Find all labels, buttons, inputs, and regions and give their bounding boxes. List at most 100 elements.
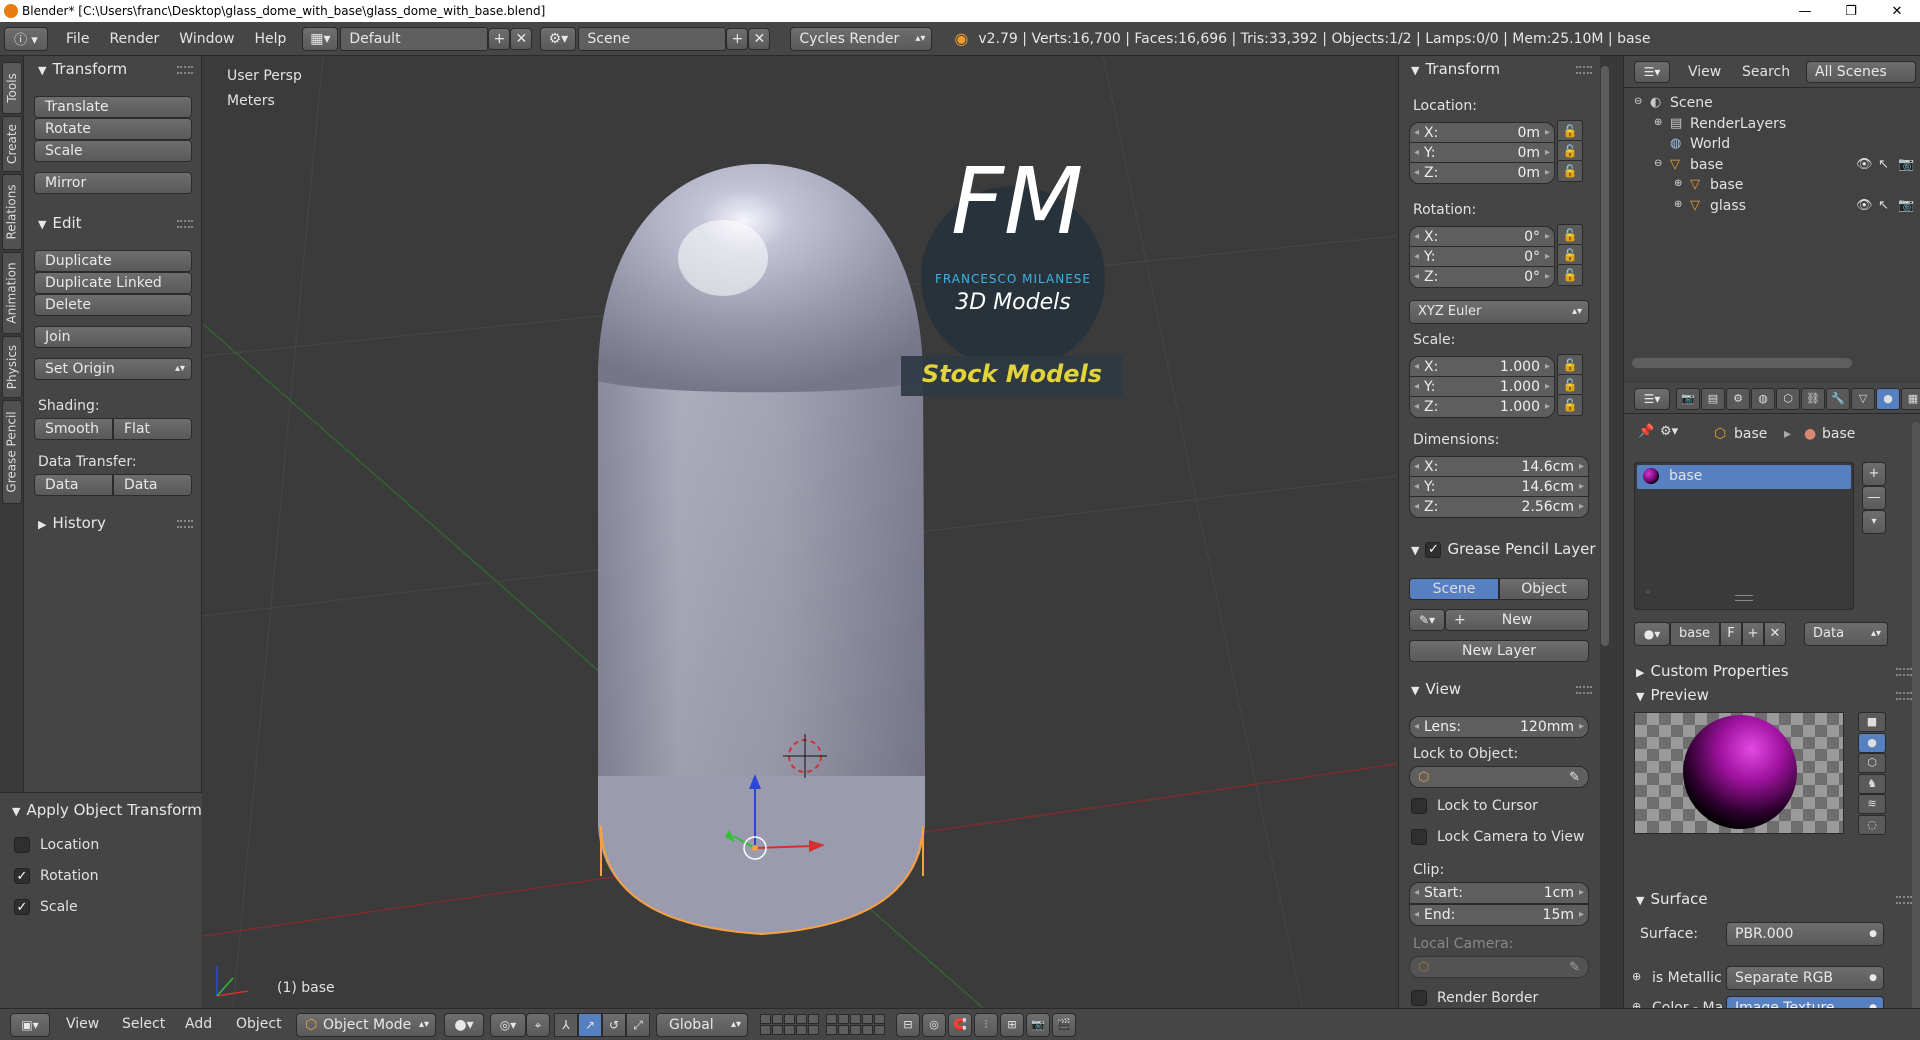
location-x-field[interactable]: ◂ X: 0m ▸	[1409, 122, 1555, 144]
lens-field[interactable]: ◂ Lens: 120mm ▸	[1409, 716, 1589, 738]
drag-grip-icon[interactable]	[1896, 692, 1912, 700]
tab-physics[interactable]: Physics	[2, 336, 22, 398]
modifiers-tab-icon[interactable]: 🔧	[1826, 388, 1850, 410]
layer-toggle[interactable]	[826, 1025, 837, 1035]
close-button[interactable]: ✕	[1874, 0, 1920, 22]
apply-scale-checkbox[interactable]: ✓	[14, 899, 30, 915]
layer-toggle[interactable]	[772, 1025, 783, 1035]
render-camera-icon[interactable]: 📷	[1898, 198, 1914, 213]
selectable-arrow-icon[interactable]: ↖	[1878, 198, 1889, 213]
clip-end-field[interactable]: ◂ End: 15m ▸	[1409, 904, 1589, 926]
layer-toggle[interactable]	[796, 1025, 807, 1035]
layer-toggle[interactable]	[784, 1014, 795, 1024]
menu-object[interactable]: Object	[236, 1016, 282, 1032]
rotate-button[interactable]: Rotate	[34, 118, 192, 140]
3d-viewport[interactable]: User Persp Meters (1) base FM FRANCESCO …	[203, 56, 1397, 1008]
add-scene-icon[interactable]: +	[726, 27, 749, 50]
n-panel-scrollbar[interactable]	[1601, 66, 1609, 646]
drag-grip-icon[interactable]	[1896, 668, 1912, 676]
dimensions-z-field[interactable]: ◂ Z: 2.56cm ▸	[1409, 496, 1589, 518]
preview-world-icon[interactable]: ◌	[1858, 814, 1886, 835]
render-layers-tab-icon[interactable]: ▤	[1701, 388, 1725, 410]
preview-header[interactable]: ▼ Preview	[1624, 686, 1920, 708]
layer-toggle[interactable]	[760, 1014, 771, 1024]
layer-toggle[interactable]	[796, 1014, 807, 1024]
manipulator-toggle-icon[interactable]: ⅄	[554, 1013, 578, 1037]
preview-monkey-icon[interactable]: ♞	[1858, 773, 1886, 794]
collapse-toggle-icon[interactable]: ⊖	[1634, 96, 1642, 107]
scene-tab-icon[interactable]: ⚙	[1726, 388, 1750, 410]
view3d-editor-icon[interactable]: ▣▾	[10, 1013, 50, 1037]
menu-file[interactable]: File	[56, 26, 99, 52]
join-button[interactable]: Join	[34, 326, 192, 348]
eyedropper-icon[interactable]: ✎	[1569, 767, 1580, 789]
layer-toggle[interactable]	[850, 1025, 861, 1035]
material-name-field[interactable]: base	[1670, 622, 1720, 646]
properties-scrollbar[interactable]	[1912, 422, 1920, 1022]
fake-user-button[interactable]: F	[1720, 622, 1742, 646]
pin-icon[interactable]: 📌	[1638, 424, 1654, 439]
layer-toggle[interactable]	[826, 1014, 837, 1024]
lock-camera-checkbox[interactable]	[1411, 829, 1427, 845]
delete-button[interactable]: Delete	[34, 294, 192, 316]
outliner-view-menu[interactable]: View	[1688, 64, 1721, 80]
flat-button[interactable]: Flat	[113, 418, 192, 440]
expand-toggle-icon[interactable]: ⊕	[1674, 178, 1682, 189]
material-browse-icon[interactable]: ●▾	[1634, 622, 1670, 646]
outliner-filter-dropdown[interactable]: All Scenes	[1806, 61, 1916, 83]
data-tab-icon[interactable]: ▽	[1851, 388, 1875, 410]
visibility-eye-icon[interactable]: 👁	[1856, 157, 1873, 172]
expand-toggle-icon[interactable]: ⊕	[1654, 117, 1662, 128]
gp-new-layer-button[interactable]: New Layer	[1409, 640, 1589, 662]
layer-toggle[interactable]	[784, 1025, 795, 1035]
scale-manipulator-icon[interactable]: ⤢	[626, 1013, 650, 1037]
history-panel-header[interactable]: ▶ History	[24, 514, 201, 536]
proportional-edit-icon[interactable]: ◎	[922, 1013, 946, 1037]
snap-element-icon[interactable]: ⫶	[974, 1013, 998, 1037]
pivot-point-icon[interactable]: ◎▾	[490, 1013, 526, 1037]
remove-scene-icon[interactable]: ✕	[748, 27, 771, 50]
rotation-x-field[interactable]: ◂ X: 0° ▸	[1409, 226, 1555, 248]
render-tab-icon[interactable]: 📷	[1676, 388, 1700, 410]
rotation-mode-dropdown[interactable]: XYZ Euler ▴▾	[1409, 300, 1589, 324]
rotate-manipulator-icon[interactable]: ↺	[602, 1013, 626, 1037]
render-camera-icon[interactable]: 📷	[1898, 157, 1914, 172]
unlock-icon[interactable]: 🔓	[1557, 394, 1583, 416]
outliner-row[interactable]: ⊕ ▽ base	[1624, 176, 1920, 196]
drag-grip-icon[interactable]	[1896, 896, 1912, 904]
layer-toggle[interactable]	[772, 1014, 783, 1024]
viewport-scene[interactable]	[203, 56, 1397, 1008]
layer-toggle[interactable]	[850, 1014, 861, 1024]
tab-tools[interactable]: Tools	[2, 62, 22, 114]
visibility-eye-icon[interactable]: 👁	[1856, 198, 1873, 213]
origin-only-icon[interactable]: ⌖	[526, 1013, 550, 1037]
scene-field[interactable]: Scene	[578, 26, 727, 51]
lock-layers-icon[interactable]: ⊟	[896, 1013, 920, 1037]
menu-add[interactable]: Add	[185, 1016, 212, 1032]
menu-view[interactable]: View	[66, 1016, 99, 1032]
drag-grip-icon[interactable]	[1576, 686, 1592, 694]
surface-panel-header[interactable]: ▼ Surface	[1624, 890, 1920, 912]
unlock-icon[interactable]: 🔓	[1557, 374, 1583, 396]
scale-y-field[interactable]: ◂ Y: 1.000 ▸	[1409, 376, 1555, 398]
add-slot-icon[interactable]: +	[1862, 462, 1886, 486]
viewport-shading-icon[interactable]: ●▾	[444, 1013, 484, 1037]
texture-tab-icon[interactable]: ▦	[1901, 388, 1920, 410]
apply-transform-header[interactable]: ▼ Apply Object Transform	[0, 801, 202, 823]
drag-grip-icon[interactable]	[177, 66, 193, 74]
pencil-icon[interactable]: ✎▾	[1409, 609, 1445, 631]
rotation-z-field[interactable]: ◂ Z: 0° ▸	[1409, 266, 1555, 288]
screen-layout-icon[interactable]: ▦▾	[302, 26, 339, 51]
outliner-hscrollbar[interactable]	[1632, 358, 1852, 368]
set-origin-dropdown[interactable]: Set Origin ▴▾	[34, 358, 192, 380]
layer-toggle[interactable]	[808, 1025, 819, 1035]
editor-type-button[interactable]: ⓘ ▾	[4, 26, 48, 51]
mode-dropdown[interactable]: ⬡ Object Mode ▴▾	[296, 1013, 436, 1037]
layer-toggle[interactable]	[808, 1014, 819, 1024]
apply-location-checkbox[interactable]	[14, 837, 30, 853]
scale-button[interactable]: Scale	[34, 140, 192, 162]
location-z-field[interactable]: ◂ Z: 0m ▸	[1409, 162, 1555, 184]
unlock-icon[interactable]: 🔓	[1557, 120, 1583, 142]
custom-properties-header[interactable]: ▶ Custom Properties	[1624, 662, 1920, 684]
outliner-row[interactable]: ⊕ ▽ glass 👁 ↖ 📷	[1624, 197, 1920, 217]
